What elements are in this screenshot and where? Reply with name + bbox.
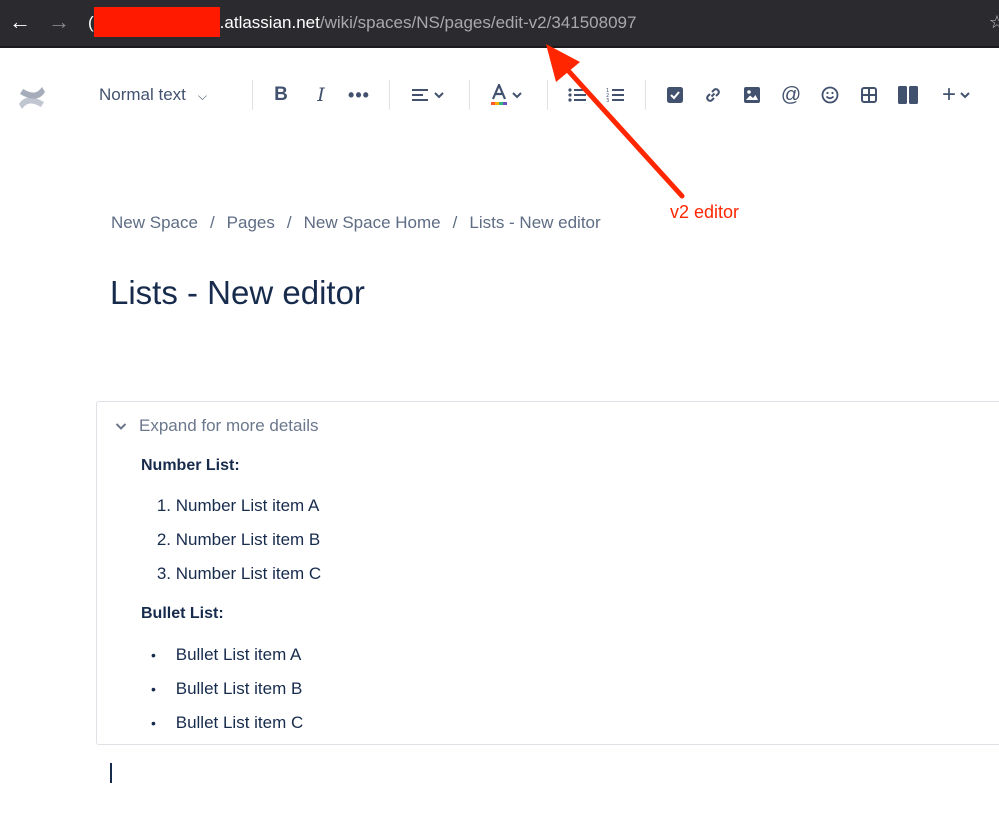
list-item-text: Bullet List item C [175, 713, 304, 732]
breadcrumb-separator: / [209, 213, 215, 232]
emoji-button[interactable] [819, 82, 841, 108]
bullet-marker: • [151, 681, 156, 697]
browser-address-bar: ← → (.atlassian.net/wiki/spaces/NS/pages… [0, 0, 999, 48]
forward-arrow-icon[interactable]: → [45, 8, 73, 36]
chevron-down-icon [115, 422, 127, 430]
list-item-text: Bullet List item A [175, 645, 302, 664]
redacted-subdomain [93, 7, 220, 38]
toolbar-divider [389, 80, 390, 110]
bullet-marker: • [151, 647, 156, 663]
list-item-text: Bullet List item B [175, 679, 303, 698]
list-item[interactable]: • Bullet List item A [151, 645, 301, 665]
url-field[interactable]: (.atlassian.net/wiki/spaces/NS/pages/edi… [88, 6, 999, 40]
table-button[interactable] [858, 82, 880, 108]
list-item-text: Number List item A [175, 496, 320, 515]
breadcrumb-item-current[interactable]: Lists - New editor [469, 213, 600, 233]
number-list-heading[interactable]: Number List: [141, 457, 240, 475]
link-button[interactable] [702, 82, 724, 108]
text-style-label: Normal text [99, 85, 186, 104]
alignment-button[interactable] [408, 82, 448, 108]
url-domain: .atlassian.net [219, 13, 320, 32]
columns-layout-icon [898, 86, 918, 104]
list-item[interactable]: • Bullet List item B [151, 679, 302, 699]
text-color-icon [491, 84, 507, 105]
list-marker: 1. [156, 496, 171, 515]
expand-title: Expand for more details [139, 416, 319, 435]
toolbar-divider [469, 80, 470, 110]
bookmark-star-icon[interactable]: ☆ [989, 12, 999, 33]
list-item[interactable]: 1. Number List item A [151, 496, 320, 516]
chevron-down-icon [512, 92, 522, 99]
svg-text:3: 3 [606, 98, 609, 103]
confluence-logo-icon[interactable] [16, 82, 48, 114]
mention-button[interactable]: @ [780, 82, 802, 108]
toolbar-divider [547, 80, 548, 110]
list-item[interactable]: 2. Number List item B [151, 530, 320, 550]
emoji-icon [821, 86, 839, 104]
text-style-dropdown[interactable]: Normal text ⌵ [99, 85, 207, 105]
breadcrumb-item-pages[interactable]: Pages [227, 213, 275, 233]
checkbox-icon [667, 87, 683, 103]
image-icon [744, 87, 760, 103]
page-title[interactable]: Lists - New editor [110, 274, 365, 312]
back-arrow-icon[interactable]: ← [6, 8, 34, 36]
breadcrumb: New Space / Pages / New Space Home / Lis… [111, 213, 601, 233]
breadcrumb-item-space-home[interactable]: New Space Home [304, 213, 441, 233]
bullet-list-button[interactable] [566, 82, 588, 108]
list-item-text: Number List item B [175, 530, 321, 549]
bullet-list-icon [568, 88, 586, 102]
text-cursor [110, 763, 112, 783]
toolbar-divider [645, 80, 646, 110]
numbered-list-button[interactable]: 1 2 3 [604, 82, 626, 108]
url-path: /wiki/spaces/NS/pages/edit-v2/341508097 [319, 13, 637, 32]
image-button[interactable] [741, 82, 763, 108]
layout-button[interactable] [896, 82, 920, 108]
list-marker: 2. [156, 530, 171, 549]
chevron-down-icon [434, 92, 444, 99]
numbered-list-icon: 1 2 3 [606, 88, 624, 103]
link-icon [706, 88, 720, 102]
table-icon [861, 87, 877, 103]
task-button[interactable] [664, 82, 686, 108]
editor-toolbar: Normal text ⌵ B I ••• 1 2 3 @ + [0, 48, 999, 140]
toolbar-divider [252, 80, 253, 110]
chevron-down-icon [960, 92, 970, 99]
italic-button[interactable]: I [310, 82, 332, 108]
insert-menu-button[interactable]: + [936, 81, 976, 108]
text-color-button[interactable] [486, 82, 526, 108]
chevron-down-icon: ⌵ [197, 88, 208, 103]
bold-button[interactable]: B [270, 82, 292, 108]
breadcrumb-separator: / [452, 213, 458, 232]
annotation-label: v2 editor [670, 202, 740, 222]
plus-icon: + [941, 81, 956, 108]
breadcrumb-item-space[interactable]: New Space [111, 213, 198, 233]
list-item-text: Number List item C [175, 564, 322, 583]
list-item[interactable]: 3. Number List item C [151, 564, 321, 584]
list-item[interactable]: • Bullet List item C [151, 713, 303, 733]
expand-panel[interactable]: Expand for more details Number List: 1. … [96, 401, 999, 745]
breadcrumb-separator: / [286, 213, 292, 232]
expand-toggle[interactable]: Expand for more details [115, 416, 319, 436]
bullet-marker: • [151, 715, 156, 731]
list-marker: 3. [156, 564, 171, 583]
bullet-list-heading[interactable]: Bullet List: [141, 605, 224, 623]
align-left-icon [412, 89, 428, 101]
more-formatting-button[interactable]: ••• [348, 82, 370, 108]
